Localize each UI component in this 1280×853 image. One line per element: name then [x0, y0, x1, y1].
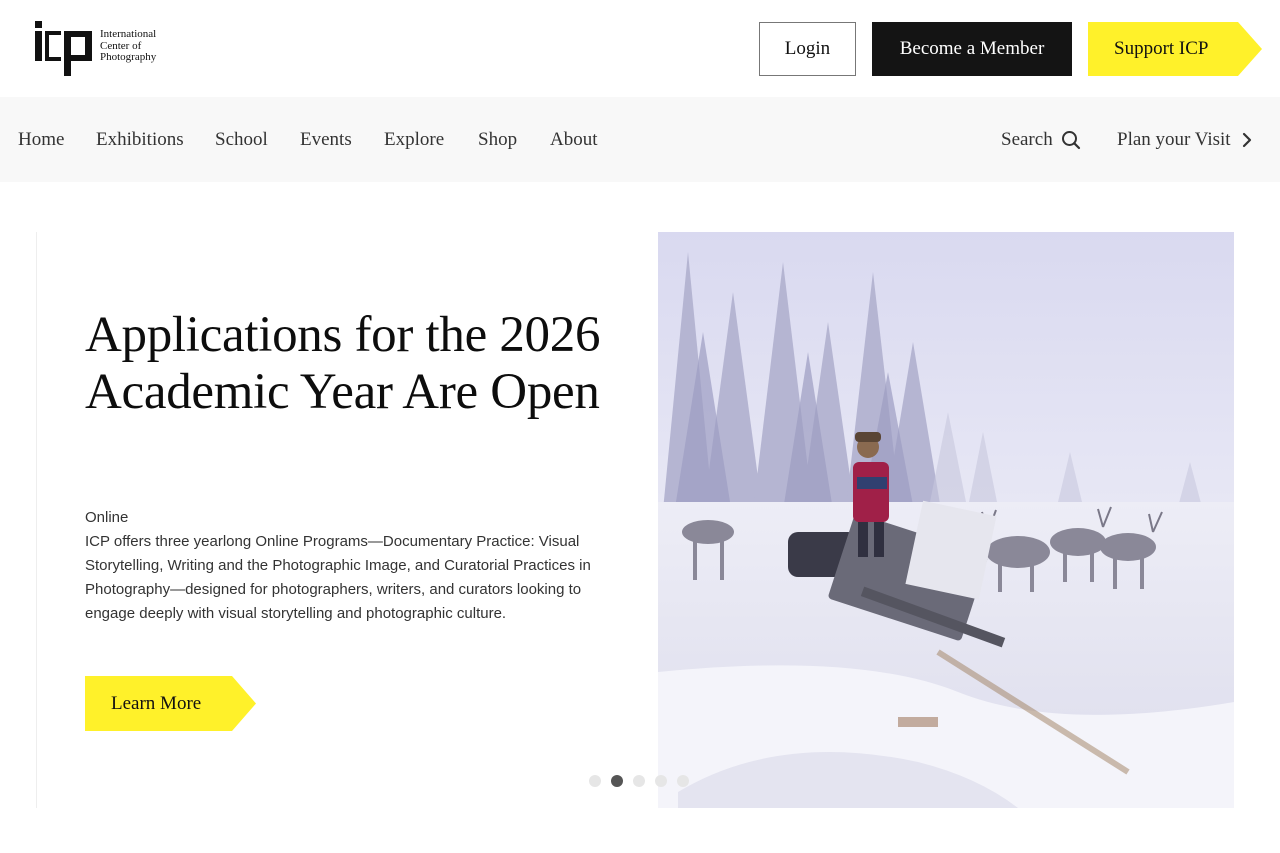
- hero-title: Applications for the 2026 Academic Year …: [85, 307, 601, 420]
- nav-item-about[interactable]: About: [550, 97, 598, 182]
- top-header: International Center of Photography Logi…: [0, 0, 1280, 97]
- hero-image: [658, 232, 1234, 808]
- learn-more-label: Learn More: [111, 692, 202, 714]
- carousel-dot-3[interactable]: [633, 775, 645, 787]
- carousel-dot-4[interactable]: [655, 775, 667, 787]
- logo-wordmark: International Center of Photography: [100, 28, 157, 64]
- search-button[interactable]: Search: [1001, 97, 1081, 182]
- support-icp-label: Support ICP: [1114, 38, 1209, 59]
- plan-your-visit-label: Plan your Visit: [1117, 128, 1231, 150]
- carousel-dots: [589, 774, 699, 788]
- reindeer-snow-photo: [658, 232, 1234, 808]
- nav-item-home[interactable]: Home: [18, 97, 64, 182]
- carousel-dot-1[interactable]: [589, 775, 601, 787]
- login-button[interactable]: Login: [759, 22, 856, 76]
- hero-description: ICP offers three yearlong Online Program…: [85, 533, 591, 622]
- logo-line: Photography: [100, 51, 157, 63]
- main-nav: Home Exhibitions School Events Explore S…: [0, 97, 1280, 182]
- plan-your-visit-link[interactable]: Plan your Visit: [1117, 97, 1253, 182]
- carousel-dot-2[interactable]: [611, 775, 623, 787]
- icp-logo[interactable]: International Center of Photography: [35, 21, 175, 77]
- support-icp-button[interactable]: Support ICP: [1088, 22, 1262, 76]
- carousel-dot-5[interactable]: [677, 775, 689, 787]
- nav-item-explore[interactable]: Explore: [384, 97, 444, 182]
- become-member-button[interactable]: Become a Member: [872, 22, 1072, 76]
- nav-item-events[interactable]: Events: [300, 97, 352, 182]
- learn-more-button[interactable]: Learn More: [85, 676, 256, 731]
- search-label: Search: [1001, 128, 1053, 150]
- icp-logo-mark: [35, 21, 92, 76]
- logo-line: International: [100, 28, 157, 40]
- nav-item-exhibitions[interactable]: Exhibitions: [96, 97, 184, 182]
- chevron-right-icon: [1241, 132, 1253, 148]
- nav-item-school[interactable]: School: [215, 97, 268, 182]
- search-icon: [1061, 130, 1081, 150]
- nav-item-shop[interactable]: Shop: [478, 97, 517, 182]
- hero-divider: [36, 232, 37, 808]
- hero-kicker: Online: [85, 509, 129, 526]
